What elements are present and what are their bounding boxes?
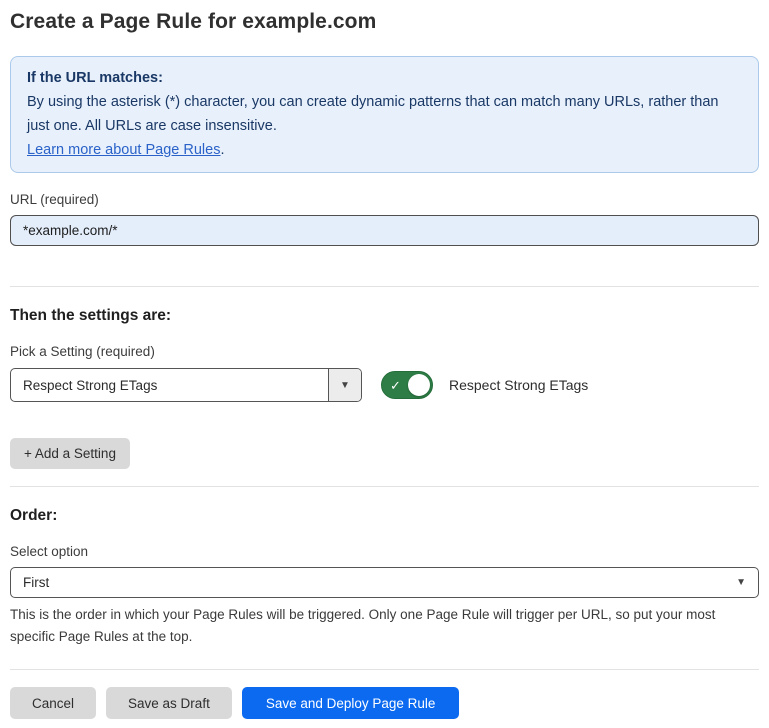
url-field-label: URL (required)	[10, 192, 759, 207]
settings-section-heading: Then the settings are:	[10, 307, 759, 325]
chevron-down-icon[interactable]: ▼	[328, 369, 361, 401]
info-box-link-line: Learn more about Page Rules.	[27, 138, 742, 162]
check-icon: ✓	[390, 379, 401, 392]
order-select[interactable]: First ▼	[10, 567, 759, 598]
url-input[interactable]	[10, 215, 759, 246]
info-box-heading: If the URL matches:	[27, 66, 742, 90]
setting-dropdown-value: Respect Strong ETags	[11, 369, 328, 401]
order-select-label: Select option	[10, 544, 759, 559]
order-select-value: First	[23, 575, 736, 590]
order-help-text: This is the order in which your Page Rul…	[10, 604, 755, 648]
setting-row: Respect Strong ETags ▼ ✓ Respect Strong …	[10, 368, 759, 402]
info-box-body: By using the asterisk (*) character, you…	[27, 90, 742, 138]
divider	[10, 286, 759, 287]
divider	[10, 669, 759, 670]
setting-toggle[interactable]: ✓	[381, 371, 433, 399]
order-section-heading: Order:	[10, 507, 759, 525]
toggle-knob	[408, 374, 430, 396]
page-title: Create a Page Rule for example.com	[10, 10, 759, 34]
url-match-info-box: If the URL matches: By using the asteris…	[10, 56, 759, 173]
link-period: .	[220, 142, 224, 158]
learn-more-link[interactable]: Learn more about Page Rules	[27, 142, 220, 158]
toggle-label: Respect Strong ETags	[449, 377, 588, 393]
pick-setting-label: Pick a Setting (required)	[10, 344, 759, 359]
chevron-down-icon: ▼	[736, 577, 746, 588]
setting-dropdown[interactable]: Respect Strong ETags ▼	[10, 368, 362, 402]
cancel-button[interactable]: Cancel	[10, 687, 96, 719]
footer-actions: Cancel Save as Draft Save and Deploy Pag…	[10, 687, 759, 719]
divider	[10, 486, 759, 487]
add-setting-button[interactable]: + Add a Setting	[10, 438, 130, 469]
save-and-deploy-button[interactable]: Save and Deploy Page Rule	[242, 687, 460, 719]
save-as-draft-button[interactable]: Save as Draft	[106, 687, 232, 719]
